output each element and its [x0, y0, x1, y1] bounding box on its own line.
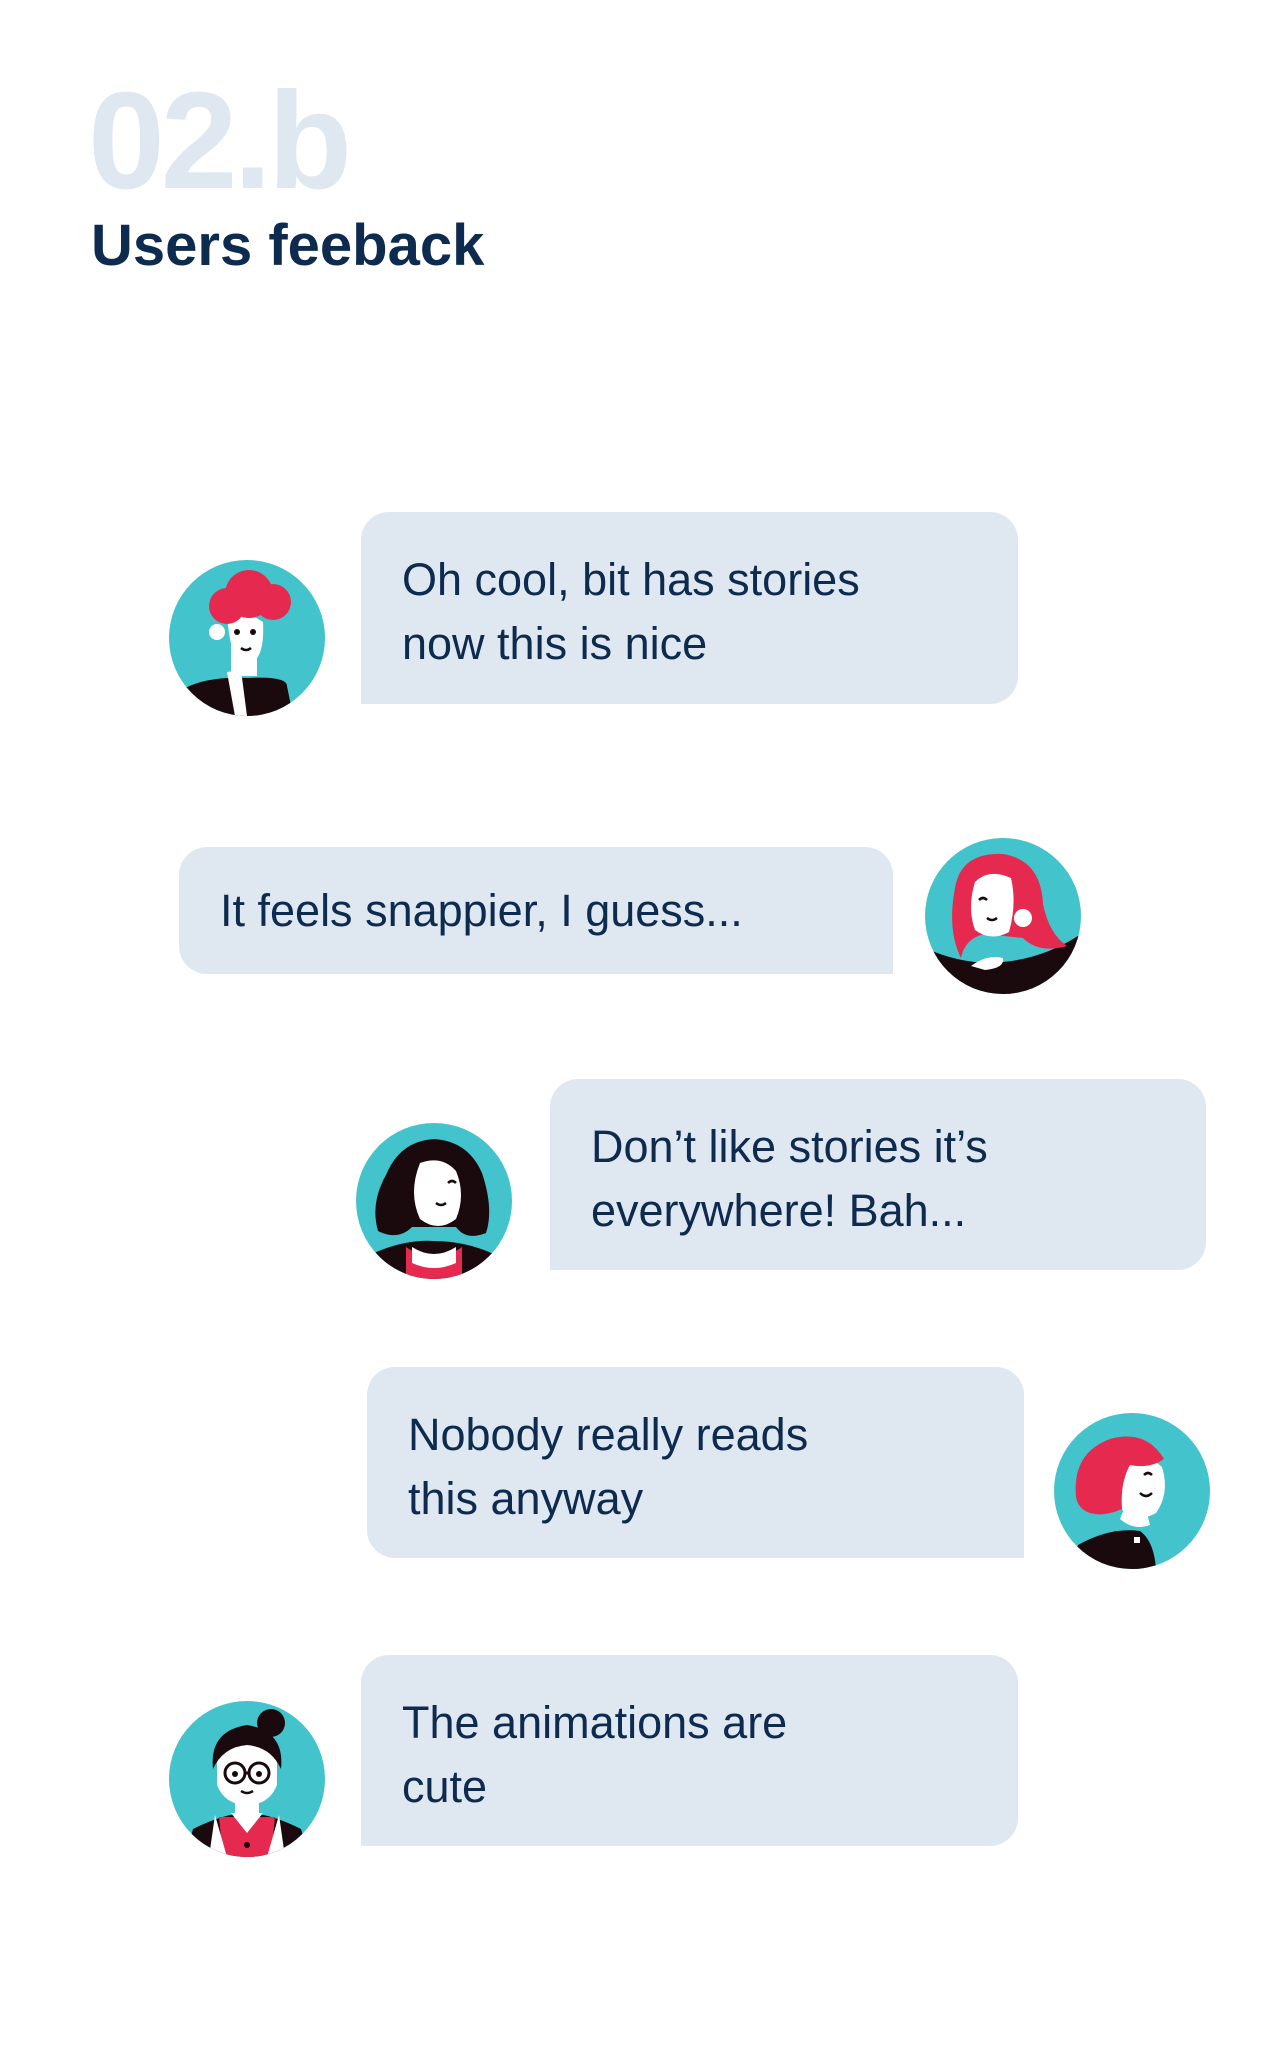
feedback-text: The animations are: [402, 1697, 788, 1748]
section-number: 02.b: [88, 64, 352, 218]
feedback-text: cute: [402, 1761, 488, 1812]
user-avatar-1-icon: [169, 560, 325, 716]
feedback-text: now this is nice: [402, 618, 708, 669]
feedback-bubble-4: Nobody really reads this anyway: [367, 1367, 1024, 1558]
user-avatar-3-icon: [356, 1123, 512, 1279]
feedback-text: this anyway: [408, 1473, 644, 1524]
feedback-bubble-3: Don’t like stories it’s everywhere! Bah.…: [550, 1079, 1206, 1270]
user-avatar-5-icon: [169, 1701, 325, 1857]
feedback-bubble-5: The animations are cute: [361, 1655, 1018, 1846]
feedback-text: Don’t like stories it’s: [591, 1121, 988, 1172]
section-title: Users feeback: [91, 213, 485, 278]
feedback-text: Oh cool, bit has stories: [402, 554, 860, 605]
user-avatar-4-icon: [1054, 1413, 1210, 1569]
user-avatar-2-icon: [925, 838, 1081, 994]
feedback-bubble-1: Oh cool, bit has stories now this is nic…: [361, 512, 1018, 704]
feedback-bubble-2: It feels snappier, I guess...: [179, 847, 893, 974]
feedback-text: Nobody really reads: [408, 1409, 809, 1460]
feedback-text: It feels snappier, I guess...: [220, 885, 743, 936]
feedback-text: everywhere! Bah...: [591, 1185, 967, 1236]
